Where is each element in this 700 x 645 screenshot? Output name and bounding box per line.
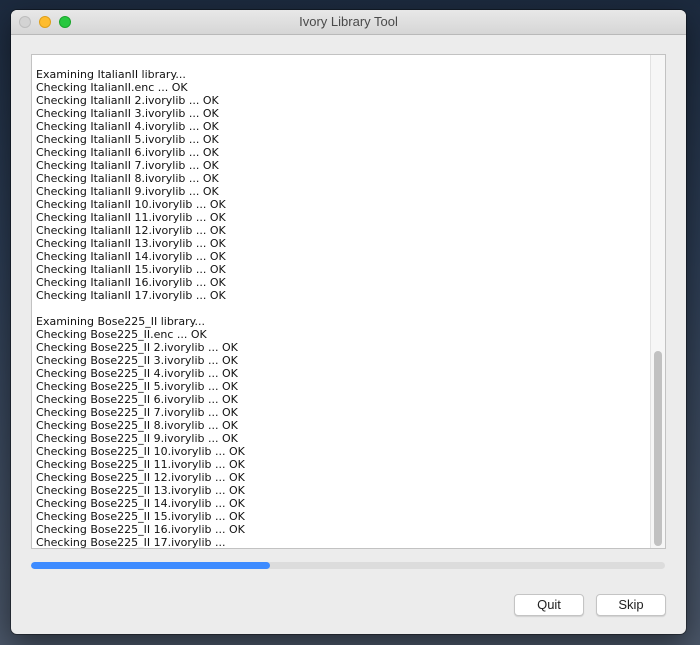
log-line: Checking Bose225_II 17.ivorylib ... <box>36 536 226 549</box>
log-line: Checking Bose225_II 10.ivorylib ... OK <box>36 445 245 458</box>
log-line: Checking Bose225_II 6.ivorylib ... OK <box>36 393 238 406</box>
log-line: Checking ItalianII 8.ivorylib ... OK <box>36 172 219 185</box>
log-line: Checking Bose225_II 5.ivorylib ... OK <box>36 380 238 393</box>
log-line: Checking ItalianII 2.ivorylib ... OK <box>36 94 219 107</box>
quit-button[interactable]: Quit <box>514 594 584 616</box>
log-line: Checking Bose225_II 14.ivorylib ... OK <box>36 497 245 510</box>
log-line: Checking ItalianII 13.ivorylib ... OK <box>36 237 226 250</box>
log-line: Checking ItalianII 7.ivorylib ... OK <box>36 159 219 172</box>
log-line: Checking Bose225_II 7.ivorylib ... OK <box>36 406 238 419</box>
log-line: Checking Bose225_II 3.ivorylib ... OK <box>36 354 238 367</box>
app-window: Ivory Library Tool Examining ItalianII l… <box>11 10 686 634</box>
log-line: Checking ItalianII 5.ivorylib ... OK <box>36 133 219 146</box>
log-line: Checking ItalianII 10.ivorylib ... OK <box>36 198 226 211</box>
log-line: Checking Bose225_II 16.ivorylib ... OK <box>36 523 245 536</box>
log-line: Checking Bose225_II 13.ivorylib ... OK <box>36 484 245 497</box>
log-line: Checking ItalianII 17.ivorylib ... OK <box>36 289 226 302</box>
log-line: Checking ItalianII.enc ... OK <box>36 81 188 94</box>
log-line: Checking Bose225_II 8.ivorylib ... OK <box>36 419 238 432</box>
log-output[interactable]: Examining ItalianII library... Checking I… <box>31 54 666 549</box>
log-text: Examining ItalianII library... Checking I… <box>36 68 245 549</box>
log-line: Checking ItalianII 14.ivorylib ... OK <box>36 250 226 263</box>
title-bar[interactable]: Ivory Library Tool <box>11 10 686 35</box>
log-line: Examining ItalianII library... <box>36 68 186 81</box>
log-line: Checking ItalianII 12.ivorylib ... OK <box>36 224 226 237</box>
log-line: Checking ItalianII 15.ivorylib ... OK <box>36 263 226 276</box>
log-line: Checking Bose225_II.enc ... OK <box>36 328 207 341</box>
log-line: Checking ItalianII 9.ivorylib ... OK <box>36 185 219 198</box>
vertical-scrollbar[interactable] <box>650 55 665 548</box>
skip-button[interactable]: Skip <box>596 594 666 616</box>
log-line: Checking ItalianII 16.ivorylib ... OK <box>36 276 226 289</box>
log-line: Checking ItalianII 3.ivorylib ... OK <box>36 107 219 120</box>
log-line: Checking ItalianII 4.ivorylib ... OK <box>36 120 219 133</box>
log-line: Checking Bose225_II 2.ivorylib ... OK <box>36 341 238 354</box>
log-line: Checking Bose225_II 11.ivorylib ... OK <box>36 458 245 471</box>
log-line: Checking Bose225_II 12.ivorylib ... OK <box>36 471 245 484</box>
log-line: Checking Bose225_II 4.ivorylib ... OK <box>36 367 238 380</box>
log-line: Checking ItalianII 6.ivorylib ... OK <box>36 146 219 159</box>
log-line: Examining Bose225_II library... <box>36 315 206 328</box>
scrollbar-thumb[interactable] <box>654 351 662 546</box>
progress-bar <box>31 562 665 569</box>
progress-bar-fill <box>31 562 271 569</box>
window-title: Ivory Library Tool <box>299 14 398 29</box>
log-line: Checking Bose225_II 15.ivorylib ... OK <box>36 510 245 523</box>
log-line: Checking Bose225_II 9.ivorylib ... OK <box>36 432 238 445</box>
log-line: Checking ItalianII 11.ivorylib ... OK <box>36 211 226 224</box>
